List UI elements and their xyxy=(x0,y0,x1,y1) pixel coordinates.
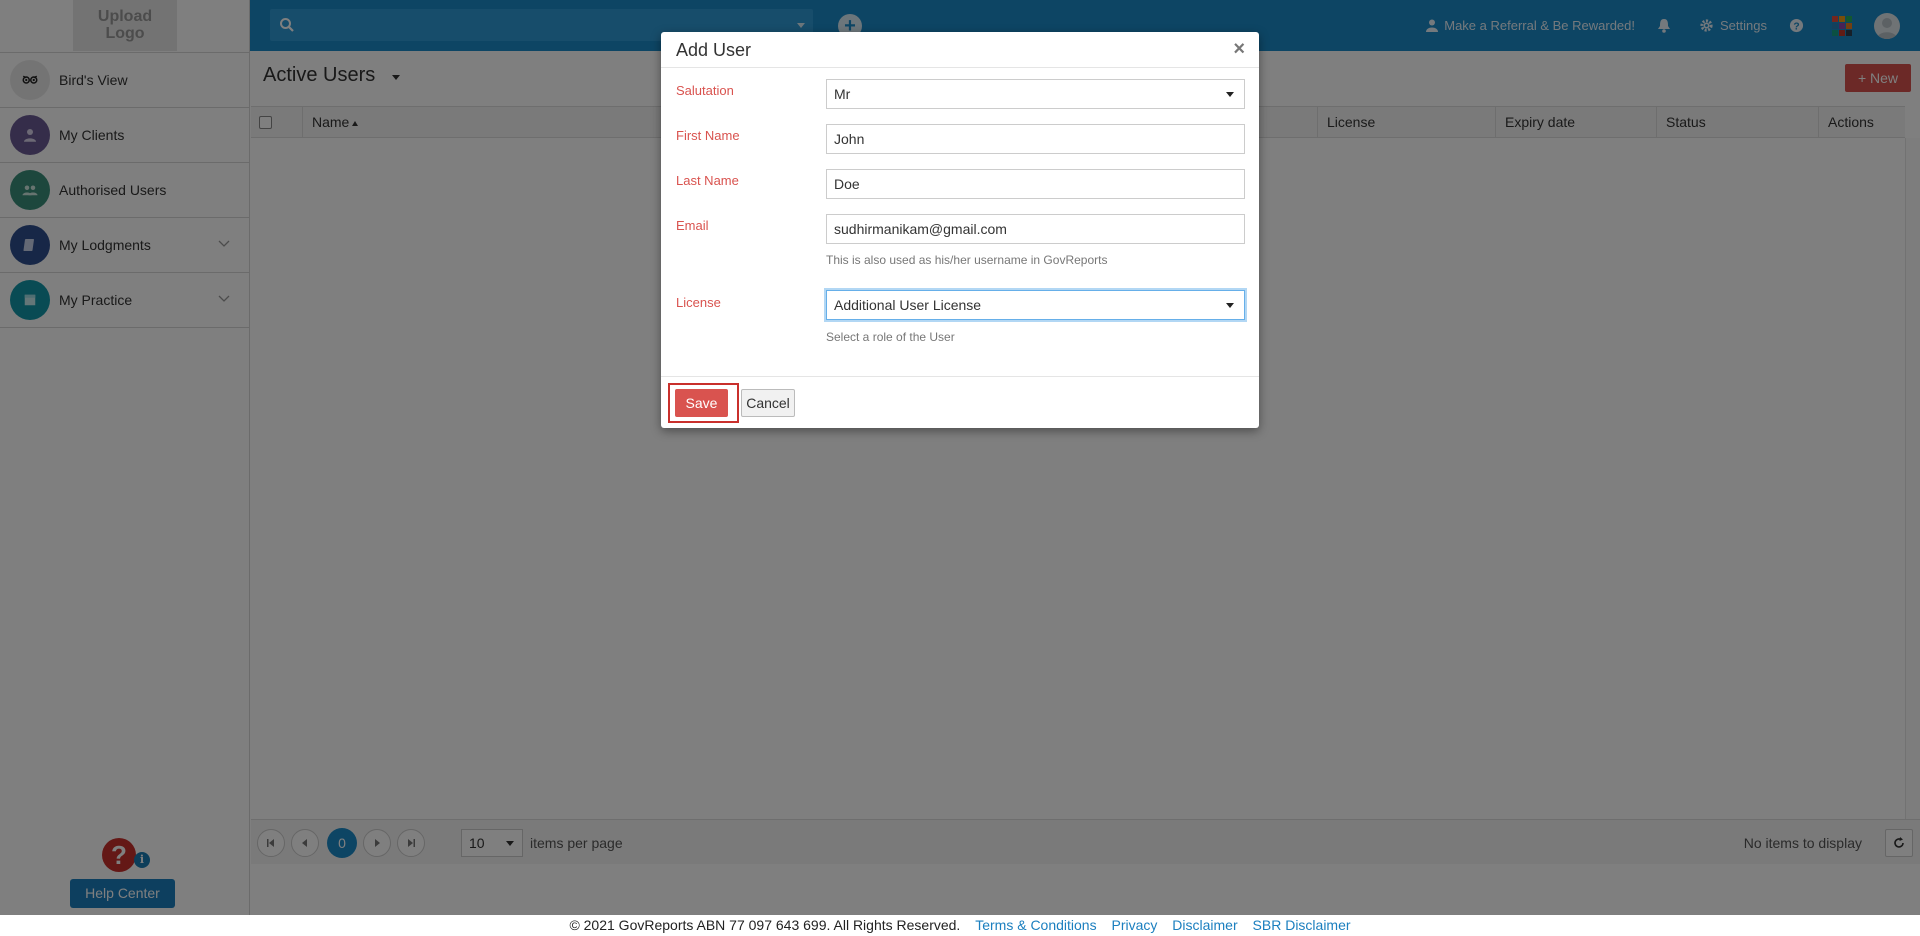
save-button[interactable]: Save xyxy=(675,389,728,417)
last-name-value: Doe xyxy=(834,176,860,192)
page-footer: © 2021 GovReports ABN 77 097 643 699. Al… xyxy=(0,915,1920,936)
close-icon[interactable]: × xyxy=(1233,38,1245,61)
terms-link[interactable]: Terms & Conditions xyxy=(975,917,1096,933)
dialog-header: Add User × xyxy=(661,32,1259,68)
save-button-highlight: Save xyxy=(668,383,739,423)
license-select[interactable]: Additional User License xyxy=(826,290,1245,320)
copyright-text: © 2021 GovReports ABN 77 097 643 699. Al… xyxy=(569,917,961,933)
email-label: Email xyxy=(676,218,709,233)
chevron-down-icon xyxy=(1226,92,1234,97)
privacy-link[interactable]: Privacy xyxy=(1112,917,1158,933)
last-name-field[interactable]: Doe xyxy=(826,169,1245,199)
first-name-value: John xyxy=(834,131,865,147)
dialog-footer: Save Cancel xyxy=(661,376,1259,428)
email-help-text: This is also used as his/her username in… xyxy=(826,253,1108,267)
salutation-value: Mr xyxy=(834,86,851,102)
sbr-disclaimer-link[interactable]: SBR Disclaimer xyxy=(1253,917,1351,933)
email-field[interactable]: sudhirmanikam@gmail.com xyxy=(826,214,1245,244)
dialog-title: Add User xyxy=(676,40,752,60)
disclaimer-link[interactable]: Disclaimer xyxy=(1172,917,1237,933)
email-value: sudhirmanikam@gmail.com xyxy=(834,221,1007,237)
salutation-label: Salutation xyxy=(676,83,734,98)
cancel-button[interactable]: Cancel xyxy=(741,389,795,417)
license-help-text: Select a role of the User xyxy=(826,330,955,344)
salutation-select[interactable]: Mr xyxy=(826,79,1245,109)
first-name-field[interactable]: John xyxy=(826,124,1245,154)
last-name-label: Last Name xyxy=(676,173,739,188)
license-label: License xyxy=(676,295,721,310)
chevron-down-icon xyxy=(1226,303,1234,308)
license-value: Additional User License xyxy=(834,297,982,313)
first-name-label: First Name xyxy=(676,128,740,143)
add-user-dialog: Add User × Salutation Mr First Name John… xyxy=(661,32,1259,428)
